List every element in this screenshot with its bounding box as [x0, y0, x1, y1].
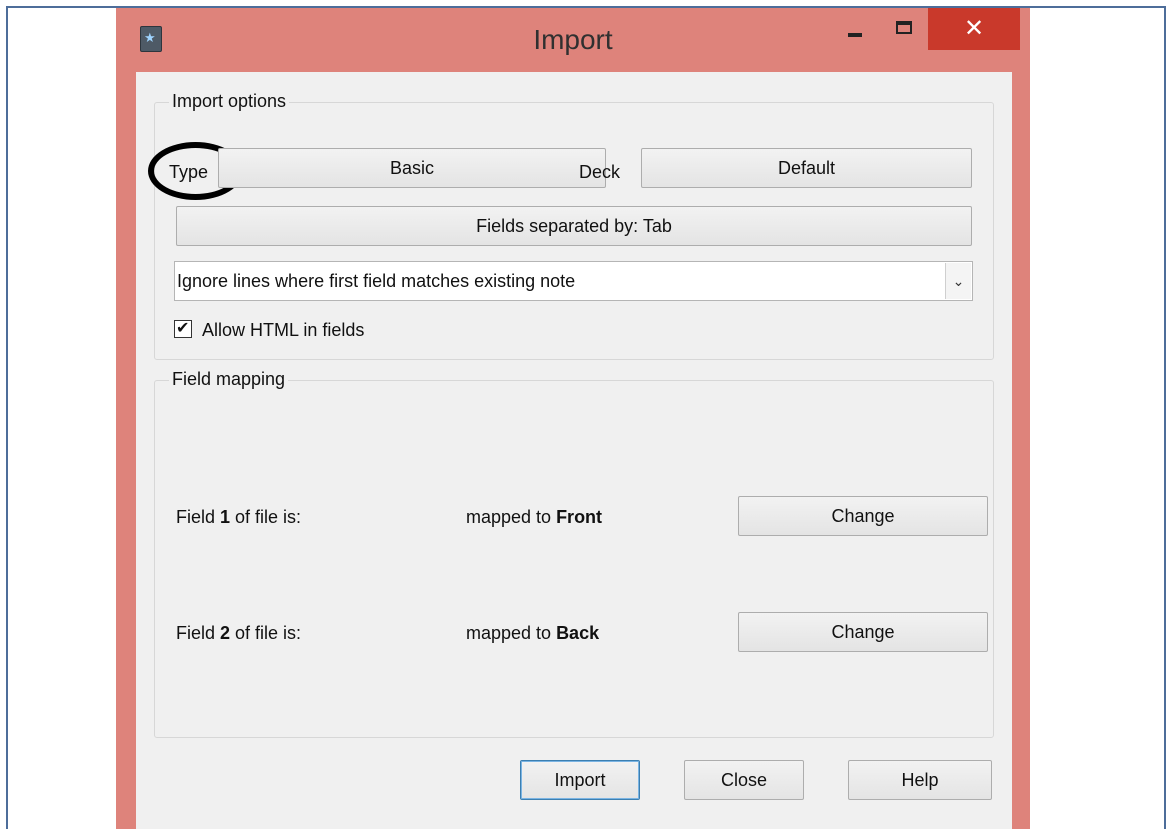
- import-options-title: Import options: [169, 91, 290, 112]
- mapped-target: Front: [556, 507, 603, 527]
- import-button[interactable]: Import: [520, 760, 640, 800]
- minimize-button[interactable]: [836, 8, 874, 50]
- mapped-prefix: mapped to: [466, 507, 557, 527]
- deck-button[interactable]: Default: [641, 148, 972, 188]
- minimize-icon: [848, 33, 862, 37]
- change-mapping-button[interactable]: Change: [738, 612, 988, 652]
- field-source-label: Field 2 of file is:: [176, 623, 301, 644]
- close-icon: ✕: [963, 15, 985, 42]
- duplicate-mode-select[interactable]: Ignore lines where first field matches e…: [174, 261, 973, 301]
- help-button[interactable]: Help: [848, 760, 992, 800]
- field-suffix: of file is:: [230, 507, 302, 527]
- note-type-button[interactable]: Basic: [218, 148, 606, 188]
- title-bar[interactable]: Import ✕: [116, 8, 1030, 72]
- close-button[interactable]: Close: [684, 760, 804, 800]
- field-source-label: Field 1 of file is:: [176, 507, 301, 528]
- chevron-down-icon[interactable]: ⌄: [945, 263, 971, 299]
- duplicate-mode-value: Ignore lines where first field matches e…: [177, 271, 576, 291]
- field-mapping-row: Field 1 of file is: mapped to Front Chan…: [176, 496, 988, 536]
- field-prefix: Field: [176, 623, 221, 643]
- mapped-target: Back: [556, 623, 600, 643]
- field-prefix: Field: [176, 507, 221, 527]
- maximize-icon: [896, 21, 912, 34]
- allow-html-label[interactable]: Allow HTML in fields: [202, 320, 364, 341]
- field-suffix: of file is:: [230, 623, 302, 643]
- allow-html-checkbox[interactable]: [174, 318, 192, 338]
- deck-label: Deck: [579, 162, 621, 182]
- field-number: 1: [220, 507, 231, 527]
- field-target-label: mapped to Front: [466, 507, 602, 528]
- field-target-label: mapped to Back: [466, 623, 599, 644]
- change-mapping-button[interactable]: Change: [738, 496, 988, 536]
- field-separator-button[interactable]: Fields separated by: Tab: [176, 206, 972, 246]
- dialog-body: Import options Type Basic Deck Default F…: [136, 72, 1012, 829]
- field-mapping-title: Field mapping: [169, 369, 289, 390]
- close-window-button[interactable]: ✕: [928, 8, 1020, 50]
- field-mapping-row: Field 2 of file is: mapped to Back Chang…: [176, 612, 988, 652]
- field-mapping-group: Field mapping: [154, 369, 994, 738]
- import-dialog-window: Import ✕ Import options Type Basic Deck …: [116, 8, 1030, 829]
- field-number: 2: [220, 623, 231, 643]
- mapped-prefix: mapped to: [466, 623, 557, 643]
- maximize-button[interactable]: [884, 8, 924, 50]
